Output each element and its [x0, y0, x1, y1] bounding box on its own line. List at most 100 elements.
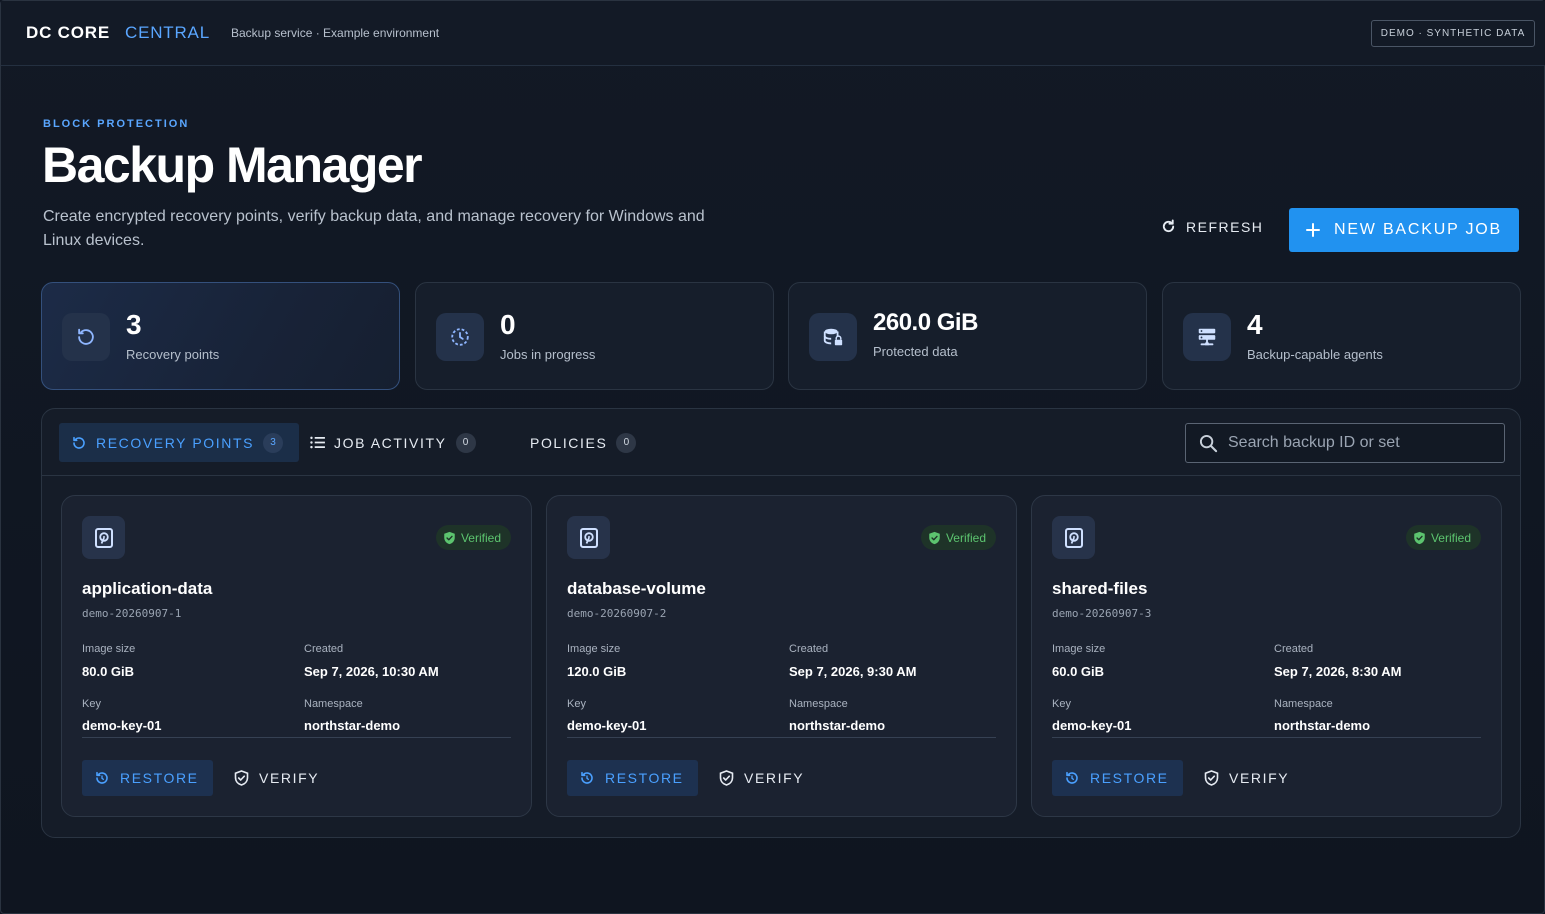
created-value: Sep 7, 2026, 9:30 AM [789, 664, 917, 679]
stat-card-protected-data[interactable]: 260.0 GiB Protected data [788, 282, 1147, 390]
recovery-point-id: demo-20260907-2 [567, 607, 667, 620]
tab-policies[interactable]: POLICIES 0 [530, 423, 637, 462]
card-divider [567, 737, 996, 738]
tab-label: JOB ACTIVITY [334, 434, 447, 451]
section-eyebrow: BLOCK PROTECTION [43, 118, 190, 130]
restore-clock-icon [71, 435, 87, 451]
shield-check-icon [234, 770, 249, 786]
tab-label: POLICIES [530, 434, 608, 451]
tab-count-badge: 0 [616, 432, 637, 453]
image-size-value: 60.0 GiB [1052, 664, 1105, 679]
created-value: Sep 7, 2026, 10:30 AM [304, 664, 439, 679]
brand-secondary[interactable]: CENTRAL [125, 23, 210, 43]
namespace-label: Namespace [304, 698, 363, 710]
key-label: Key [1052, 698, 1071, 710]
stat-value: 260.0 GiB [873, 309, 978, 336]
card-divider [82, 737, 511, 738]
recovery-point-card: Verified application-data demo-20260907-… [61, 495, 532, 817]
key-label: Key [567, 698, 586, 710]
disk-image-icon [1052, 516, 1095, 559]
shield-check-icon [1413, 531, 1426, 545]
namespace-value: northstar-demo [789, 718, 886, 733]
image-size-label: Image size [567, 643, 621, 655]
tab-count-badge: 0 [455, 432, 476, 453]
created-label: Created [789, 643, 829, 655]
restore-button[interactable]: RESTORE [1052, 760, 1183, 796]
recovery-point-id: demo-20260907-3 [1052, 607, 1152, 620]
verified-badge: Verified [920, 525, 996, 550]
stat-label: Recovery points [126, 347, 220, 362]
refresh-button[interactable]: REFRESH [1151, 208, 1277, 245]
disk-image-icon [82, 516, 125, 559]
verified-label: Verified [945, 530, 986, 545]
stat-value: 3 [126, 309, 142, 340]
image-size-label: Image size [1052, 643, 1106, 655]
disk-image-icon [567, 516, 610, 559]
restore-label: RESTORE [605, 770, 684, 786]
search-box[interactable] [1185, 423, 1505, 463]
stat-value: 0 [500, 309, 516, 340]
tab-job-activity[interactable]: JOB ACTIVITY 0 [310, 423, 476, 462]
page-description: Create encrypted recovery points, verify… [43, 208, 705, 249]
restore-button[interactable]: RESTORE [82, 760, 213, 796]
key-value: demo-key-01 [567, 718, 647, 733]
refresh-icon [1161, 219, 1176, 234]
stat-value: 4 [1247, 309, 1263, 340]
verify-label: VERIFY [744, 770, 805, 786]
stat-card-recovery-points[interactable]: 3 Recovery points [41, 282, 400, 390]
image-size-value: 80.0 GiB [82, 664, 135, 679]
verify-button[interactable]: VERIFY [707, 760, 817, 796]
plus-icon [1305, 223, 1320, 237]
shield-check-icon [1204, 770, 1219, 786]
verified-badge: Verified [1405, 525, 1481, 550]
tab-bar: RECOVERY POINTS 3 JOB ACTIVITY 0 POLICIE… [42, 409, 1520, 476]
restore-button[interactable]: RESTORE [567, 760, 698, 796]
database-lock-icon [809, 313, 857, 361]
key-value: demo-key-01 [82, 718, 162, 733]
stat-label: Protected data [873, 344, 958, 359]
shield-check-icon [719, 770, 734, 786]
tab-label: RECOVERY POINTS [96, 434, 255, 451]
verify-label: VERIFY [259, 770, 320, 786]
recovery-point-id: demo-20260907-1 [82, 607, 182, 620]
recovery-point-card: Verified database-volume demo-20260907-2… [546, 495, 1017, 817]
new-backup-job-button[interactable]: NEW BACKUP JOB [1289, 208, 1519, 252]
top-bar: DC CORE CENTRAL Backup service · Example… [1, 1, 1545, 66]
brand-primary[interactable]: DC CORE [26, 23, 110, 43]
stat-card-backup-agents[interactable]: 4 Backup-capable agents [1162, 282, 1521, 390]
shield-check-icon [928, 531, 941, 545]
server-agents-icon [1183, 313, 1231, 361]
list-icon [310, 436, 325, 449]
namespace-value: northstar-demo [1274, 718, 1371, 733]
verify-button[interactable]: VERIFY [1192, 760, 1302, 796]
stat-label: Jobs in progress [500, 347, 596, 362]
verify-button[interactable]: VERIFY [222, 760, 332, 796]
verified-label: Verified [460, 530, 501, 545]
search-icon [1199, 434, 1218, 453]
recovery-point-name: shared-files [1052, 579, 1148, 598]
namespace-label: Namespace [1274, 698, 1333, 710]
key-label: Key [82, 698, 101, 710]
recovery-point-name: database-volume [567, 579, 706, 598]
restore-clock-icon [62, 313, 110, 361]
created-value: Sep 7, 2026, 8:30 AM [1274, 664, 1402, 679]
search-input[interactable] [1228, 434, 1498, 452]
new-backup-job-label: NEW BACKUP JOB [1333, 221, 1503, 238]
image-size-label: Image size [82, 643, 136, 655]
created-label: Created [1274, 643, 1314, 655]
created-label: Created [304, 643, 344, 655]
stat-card-jobs-in-progress[interactable]: 0 Jobs in progress [415, 282, 774, 390]
restore-label: RESTORE [1090, 770, 1169, 786]
shield-check-icon [443, 531, 456, 545]
verify-label: VERIFY [1229, 770, 1290, 786]
namespace-value: northstar-demo [304, 718, 401, 733]
stat-label: Backup-capable agents [1247, 347, 1383, 362]
verified-label: Verified [1430, 530, 1471, 545]
restore-icon [94, 770, 110, 786]
tab-count-badge: 3 [263, 432, 284, 453]
key-value: demo-key-01 [1052, 718, 1132, 733]
environment-subtitle: Backup service · Example environment [231, 26, 440, 40]
recovery-point-name: application-data [82, 579, 213, 598]
verified-badge: Verified [435, 525, 511, 550]
tab-recovery-points[interactable]: RECOVERY POINTS 3 [59, 423, 300, 462]
